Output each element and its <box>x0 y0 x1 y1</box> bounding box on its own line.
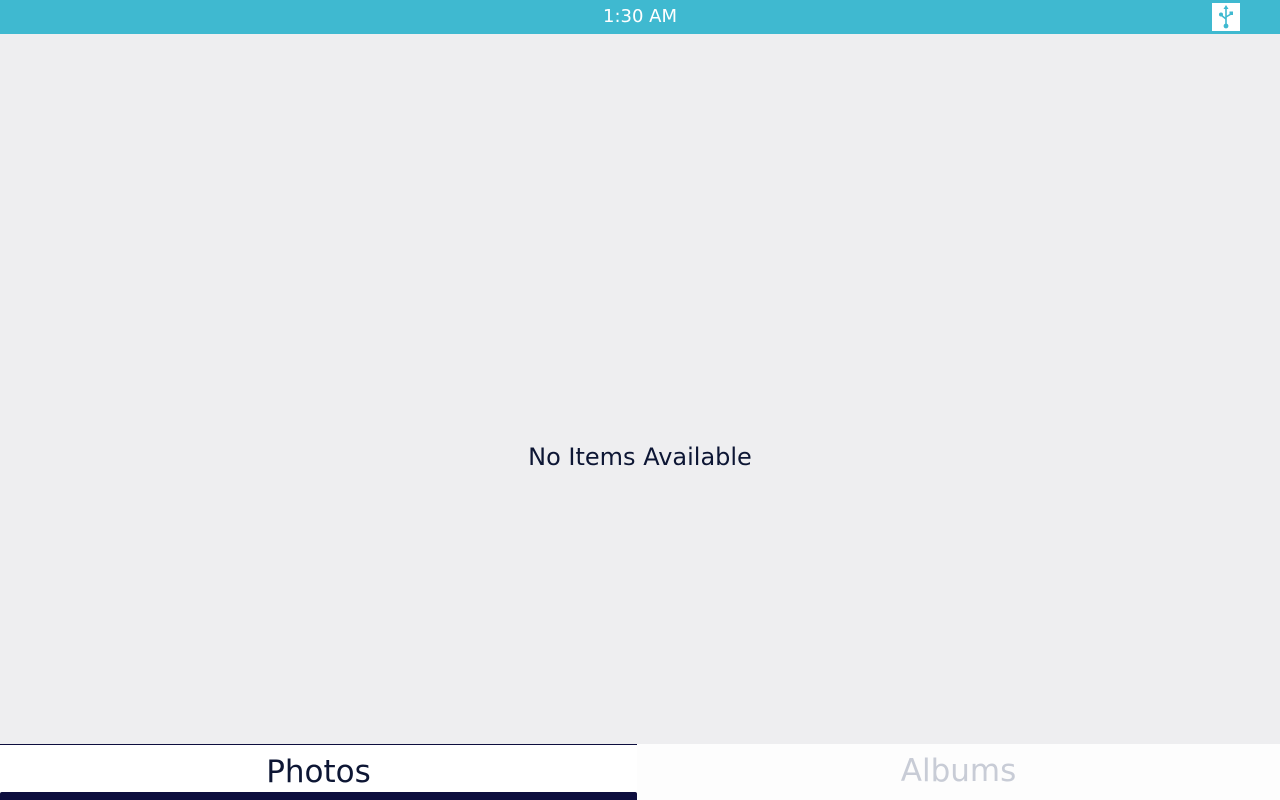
tab-albums-label: Albums <box>900 753 1017 789</box>
usb-icon <box>1212 3 1240 31</box>
tab-photos[interactable]: Photos <box>0 744 637 800</box>
tab-albums[interactable]: Albums <box>637 744 1280 800</box>
tab-photos-label: Photos <box>266 754 371 790</box>
empty-state-message: No Items Available <box>528 443 752 471</box>
photo-grid-area: No Items Available <box>0 34 1280 744</box>
status-bar: 1:30 AM <box>0 0 1280 34</box>
status-time: 1:30 AM <box>603 6 677 27</box>
tab-bar: Photos Albums <box>0 744 1280 800</box>
selected-tab-indicator <box>0 792 637 800</box>
